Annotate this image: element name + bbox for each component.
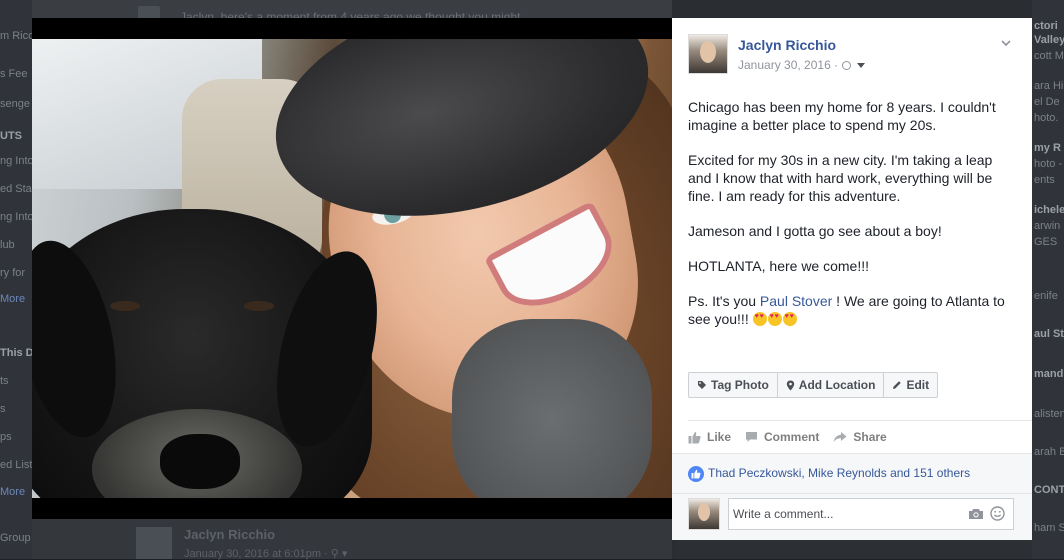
- right-item: ents: [1034, 174, 1055, 186]
- woman-scarf: [452, 319, 652, 498]
- left-item: ts: [0, 375, 9, 387]
- left-item: lub: [0, 239, 15, 251]
- like-reaction-icon: [688, 466, 704, 482]
- comment-label: Comment: [764, 430, 820, 444]
- post-text-fragment: Ps. It's you: [688, 293, 760, 309]
- chevron-down-icon[interactable]: [1000, 37, 1012, 49]
- share-label: Share: [853, 430, 887, 444]
- background-next-story: Jaclyn Ricchio January 30, 2016 at 6:01p…: [32, 519, 672, 560]
- selfie-photo: [32, 39, 672, 498]
- tag-icon: [698, 381, 706, 389]
- post-text: Chicago has been my home for 8 years. I …: [688, 98, 1018, 345]
- background-avatar: [136, 527, 172, 559]
- right-item: ham S: [1034, 522, 1064, 534]
- background-right-sidebar: ctori Valley cott M ara Hi el De hoto. m…: [1032, 0, 1064, 559]
- like-button[interactable]: Like: [688, 430, 731, 444]
- divider: [688, 420, 1032, 421]
- post-paragraph: Excited for my 30s in a new city. I'm ta…: [688, 152, 993, 204]
- comment-composer: [672, 493, 1032, 540]
- tag-photo-label: Tag Photo: [711, 378, 769, 392]
- location-pin-icon: [786, 380, 794, 390]
- mention-link[interactable]: Paul Stover: [760, 293, 832, 309]
- dog-nose: [160, 434, 240, 489]
- heart-eyes-emoji-icon: [752, 312, 767, 326]
- pencil-icon: [893, 381, 902, 389]
- left-item: ng Into: [0, 155, 34, 167]
- dog-eye: [110, 301, 140, 311]
- left-item: ng Into: [0, 211, 34, 223]
- right-item: hoto.: [1034, 112, 1059, 124]
- share-button[interactable]: Share: [833, 430, 887, 444]
- comment-button[interactable]: Comment: [745, 430, 819, 444]
- left-item: m Ricc: [0, 30, 34, 42]
- right-item: cott M: [1034, 50, 1064, 62]
- right-item: alisten: [1034, 408, 1064, 420]
- post-meta: January 30, 2016 ·: [738, 58, 866, 72]
- post-details-panel: Jaclyn Ricchio January 30, 2016 · Chicag…: [672, 18, 1032, 540]
- reactions-names-link[interactable]: Thad Peczkowski, Mike Reynolds and 151 o…: [708, 466, 970, 480]
- left-item: s Fee: [0, 68, 28, 80]
- left-item: ps: [0, 431, 12, 443]
- right-item: ctori: [1034, 20, 1058, 32]
- edit-button[interactable]: Edit: [884, 373, 937, 397]
- left-item: s: [0, 403, 6, 415]
- right-item: my R: [1034, 142, 1061, 154]
- right-item: GES: [1034, 236, 1058, 248]
- add-location-button[interactable]: Add Location: [778, 373, 885, 397]
- emoji-icon[interactable]: [990, 506, 1005, 521]
- left-more-link: More: [0, 293, 26, 305]
- post-date[interactable]: January 30, 2016 ·: [738, 58, 838, 72]
- right-item: ichele: [1034, 204, 1064, 216]
- audience-caret-icon[interactable]: [857, 62, 866, 68]
- background-author: Jaclyn Ricchio: [184, 527, 276, 542]
- background-timestamp: January 30, 2016 at 6:01pm · ⚲ ▾: [184, 548, 348, 560]
- right-section-heading: CONTAC: [1034, 484, 1064, 496]
- heart-eyes-emoji-icon: [767, 312, 782, 326]
- left-item: ry for: [0, 267, 26, 279]
- tag-photo-button[interactable]: Tag Photo: [689, 373, 778, 397]
- like-label: Like: [707, 430, 732, 444]
- author-name-link[interactable]: Jaclyn Ricchio: [738, 37, 836, 53]
- dog-eye: [244, 301, 274, 311]
- photo-viewer[interactable]: [32, 18, 672, 519]
- add-location-label: Add Location: [798, 378, 876, 392]
- post-paragraph: Jameson and I gotta go see about a boy!: [688, 223, 942, 239]
- right-item: hoto -: [1034, 158, 1063, 170]
- globe-icon: [842, 60, 852, 70]
- reactions-summary: Thad Peczkowski, Mike Reynolds and 151 o…: [672, 453, 1032, 494]
- thumbs-up-icon: [688, 431, 701, 443]
- right-item: aul St: [1034, 328, 1064, 340]
- camera-icon[interactable]: [968, 508, 984, 520]
- post-actions: Like Comment Share: [688, 430, 901, 444]
- edit-label: Edit: [906, 378, 930, 392]
- right-item: Valley: [1034, 34, 1064, 46]
- post-paragraph: Chicago has been my home for 8 years. I …: [688, 99, 996, 133]
- left-item: senge: [0, 98, 30, 110]
- left-more-link: More: [0, 486, 26, 498]
- left-section-heading: UTS: [0, 130, 22, 142]
- background-left-sidebar: m Ricc s Fee senge UTS ng Into ed Sta ng…: [0, 0, 34, 559]
- photo-edit-toolbar: Tag Photo Add Location Edit: [688, 372, 939, 398]
- post-paragraph: Ps. It's you Paul Stover ! We are going …: [688, 292, 1018, 328]
- right-item: arah B: [1034, 446, 1064, 458]
- right-item: ara Hi: [1034, 80, 1064, 92]
- right-item: el De: [1034, 96, 1060, 108]
- right-item: mand: [1034, 368, 1064, 380]
- comment-icon: [746, 432, 758, 442]
- post-paragraph: HOTLANTA, here we come!!!: [688, 258, 870, 274]
- left-section-heading: This D: [0, 347, 34, 359]
- viewer-avatar: [688, 498, 720, 530]
- heart-eyes-emoji-icon: [782, 312, 797, 326]
- left-item: ed List: [0, 459, 33, 471]
- share-icon: [833, 432, 847, 442]
- author-avatar[interactable]: [688, 34, 728, 74]
- left-item: ed Sta: [0, 183, 32, 195]
- right-item: enife: [1034, 290, 1058, 302]
- background-strip: [676, 540, 1032, 559]
- right-item: arwin: [1034, 220, 1061, 232]
